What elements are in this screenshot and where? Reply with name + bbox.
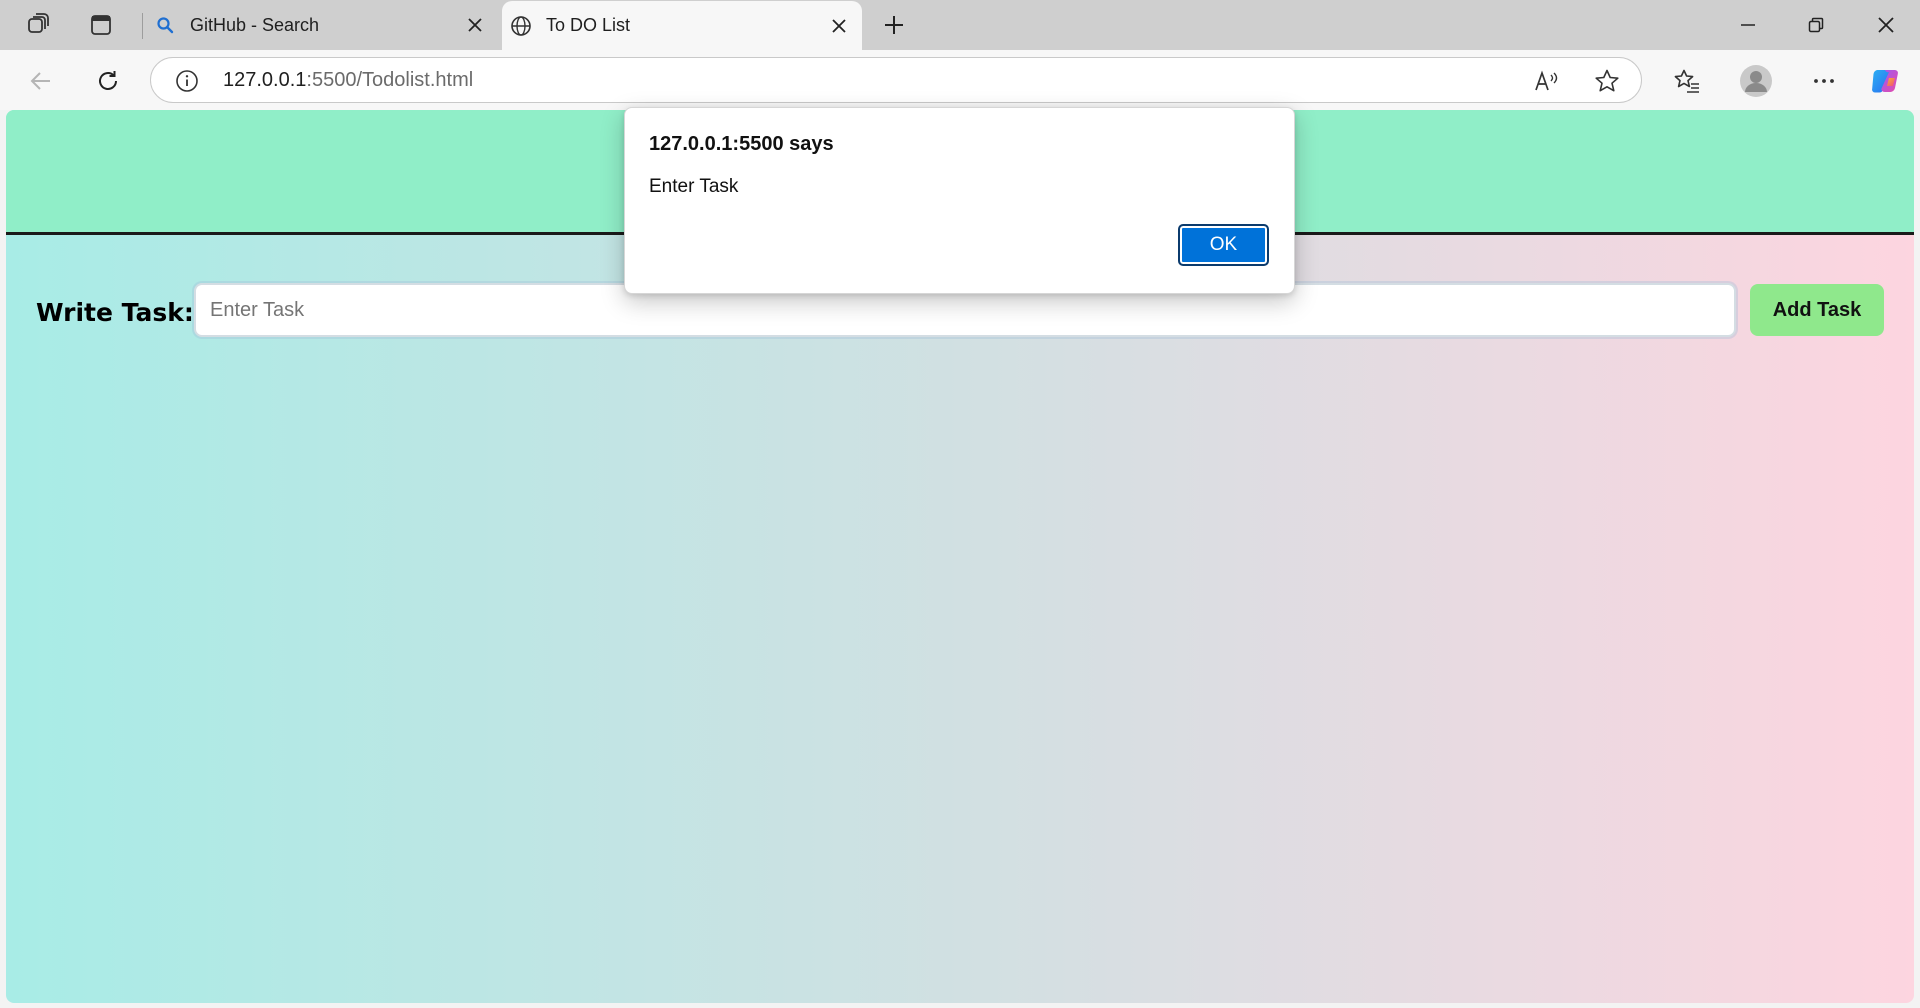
url-text: 127.0.0.1:5500/Todolist.html xyxy=(223,69,473,92)
url-path: :5500/Todolist.html xyxy=(306,69,474,91)
add-task-button[interactable]: Add Task xyxy=(1750,284,1884,336)
back-arrow-icon[interactable] xyxy=(22,62,60,100)
close-tab-icon[interactable] xyxy=(460,10,490,40)
globe-icon xyxy=(510,15,532,37)
address-bar[interactable]: 127.0.0.1:5500/Todolist.html xyxy=(150,57,1642,103)
tab-actions-icon[interactable] xyxy=(82,7,120,43)
tab-title: GitHub - Search xyxy=(190,14,320,35)
browser-tab-strip: GitHub - Search To DO List xyxy=(0,0,1920,50)
restore-icon[interactable] xyxy=(1782,0,1850,50)
workspaces-icon[interactable] xyxy=(20,7,58,43)
close-window-icon[interactable] xyxy=(1852,0,1920,50)
read-aloud-icon[interactable] xyxy=(1532,67,1562,95)
more-options-icon[interactable] xyxy=(1805,62,1843,100)
dialog-message: Enter Task xyxy=(649,176,739,197)
tab-separator xyxy=(142,13,143,39)
profile-avatar-icon[interactable] xyxy=(1736,61,1776,101)
url-host: 127.0.0.1 xyxy=(223,69,307,91)
tab-title: To DO List xyxy=(546,15,631,35)
alert-dialog: 127.0.0.1:5500 says Enter Task OK xyxy=(624,107,1295,294)
site-info-icon[interactable] xyxy=(173,67,201,95)
favorites-list-icon[interactable] xyxy=(1668,62,1706,100)
tab-to-do-list[interactable]: To DO List xyxy=(502,1,862,50)
write-task-label: Write Task: xyxy=(36,298,194,327)
search-icon xyxy=(154,14,176,36)
favorite-star-icon[interactable] xyxy=(1592,67,1622,95)
minimize-icon[interactable] xyxy=(1714,0,1782,50)
browser-toolbar: 127.0.0.1:5500/Todolist.html xyxy=(0,50,1920,110)
dialog-title: 127.0.0.1:5500 says xyxy=(649,133,834,155)
tab-github-search[interactable]: GitHub - Search xyxy=(146,0,498,50)
refresh-icon[interactable] xyxy=(89,62,127,100)
copilot-icon[interactable] xyxy=(1867,62,1905,100)
ok-button[interactable]: OK xyxy=(1178,224,1269,266)
close-tab-icon[interactable] xyxy=(824,11,854,41)
new-tab-icon[interactable] xyxy=(876,7,912,43)
